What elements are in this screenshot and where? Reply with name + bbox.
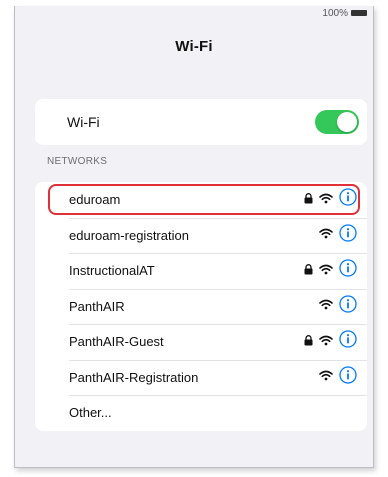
network-icons xyxy=(319,295,357,318)
networks-section-header: NETWORKS xyxy=(47,156,108,167)
info-icon[interactable] xyxy=(339,188,357,211)
settings-window: 100% Wi-Fi Wi-Fi NETWORKS eduroam eduroam… xyxy=(14,6,374,468)
wifi-signal-icon xyxy=(319,191,333,209)
network-row[interactable]: eduroam-registration xyxy=(35,217,367,254)
network-name: InstructionalAT xyxy=(69,263,155,279)
info-icon[interactable] xyxy=(339,295,357,318)
network-icons xyxy=(319,366,357,389)
network-row[interactable]: InstructionalAT xyxy=(35,253,367,289)
network-icons xyxy=(304,330,357,353)
lock-icon xyxy=(304,262,313,280)
wifi-toggle-label: Wi-Fi xyxy=(67,114,100,130)
network-name: eduroam xyxy=(69,192,121,208)
status-bar: 100% xyxy=(322,6,367,20)
wifi-toggle-switch[interactable] xyxy=(315,110,359,134)
wifi-signal-icon xyxy=(319,262,333,280)
lock-icon xyxy=(304,333,313,351)
network-name: Other... xyxy=(69,405,112,421)
network-name: PanthAIR-Registration xyxy=(69,369,199,385)
wifi-toggle-row: Wi-Fi xyxy=(35,99,367,145)
network-icons xyxy=(319,224,357,247)
battery-percentage: 100% xyxy=(322,7,348,19)
network-row-other[interactable]: Other... xyxy=(35,395,367,431)
network-icons xyxy=(304,259,357,282)
wifi-signal-icon xyxy=(319,368,333,386)
lock-icon xyxy=(304,191,313,209)
network-name: eduroam-registration xyxy=(69,227,189,243)
wifi-signal-icon xyxy=(319,297,333,315)
wifi-signal-icon xyxy=(319,226,333,244)
info-icon[interactable] xyxy=(339,259,357,282)
network-row[interactable]: PanthAIR-Guest xyxy=(35,324,367,360)
info-icon[interactable] xyxy=(339,330,357,353)
page-title: Wi-Fi xyxy=(175,38,213,55)
network-row[interactable]: PanthAIR xyxy=(35,288,367,325)
toggle-knob xyxy=(337,112,357,132)
info-icon[interactable] xyxy=(339,224,357,247)
info-icon[interactable] xyxy=(339,366,357,389)
network-row[interactable]: eduroam xyxy=(35,182,367,218)
network-row[interactable]: PanthAIR-Registration xyxy=(35,359,367,396)
battery-icon xyxy=(351,10,367,16)
network-list: eduroam eduroam-registration Instructional… xyxy=(35,182,367,431)
network-name: PanthAIR-Guest xyxy=(69,334,164,350)
wifi-signal-icon xyxy=(319,333,333,351)
network-icons xyxy=(304,188,357,211)
network-name: PanthAIR xyxy=(69,298,125,314)
